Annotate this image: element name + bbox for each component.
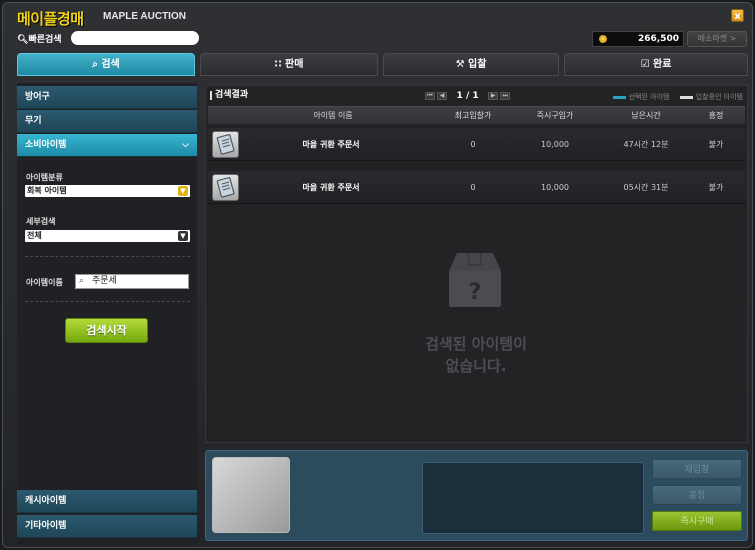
item-detail-panel: 재입찰 흥정 즉시구매 xyxy=(205,450,748,541)
coin-icon xyxy=(599,35,607,43)
tab-bid[interactable]: ⚒ 입찰 xyxy=(383,53,559,76)
col-buyout: 즉시구입가 xyxy=(536,111,574,120)
results-title: 검색결과 xyxy=(210,91,248,100)
row-top-bid: 0 xyxy=(470,183,476,192)
item-class-select[interactable]: 회복 아이템 ▼ xyxy=(25,185,190,197)
quick-search-label: 🔍︎빠른검색 xyxy=(17,35,62,45)
chevron-down-icon: ▼ xyxy=(178,186,188,196)
check-icon: ☑ xyxy=(640,59,650,70)
row-buyout: 10,000 xyxy=(541,140,569,149)
table-row[interactable]: 마을 귀환 주문서 0 10,000 05시간 31분 불가 xyxy=(208,171,745,204)
legend-swatch-bidding xyxy=(679,95,693,99)
row-time-left: 47시간 12분 xyxy=(623,140,669,149)
scroll-item-icon xyxy=(212,131,239,158)
table-row[interactable]: 마을 귀환 주문서 0 10,000 47시간 12분 불가 xyxy=(208,128,745,161)
results-panel: 검색결과 ⏮ ◀ 1 / 1 ▶ ⏭ 선택된 아이템 입찰중인 아이템 아이템 이름… xyxy=(205,85,748,443)
item-name-input[interactable]: ⌕ 주문세 xyxy=(75,274,189,289)
col-time-left: 남은시간 xyxy=(631,111,661,120)
page-indicator: 1 / 1 xyxy=(456,91,479,101)
prev-page-button[interactable]: ◀ xyxy=(437,91,447,100)
category-cash[interactable]: 캐시아이템 xyxy=(17,490,197,513)
meso-amount: 266,500 xyxy=(638,34,679,44)
next-page-button[interactable]: ▶ xyxy=(488,91,499,100)
search-icon: 🔍︎ xyxy=(17,35,29,45)
row-negotiate: 불가 xyxy=(708,183,724,192)
col-item-name: 아이템 이름 xyxy=(313,111,353,120)
col-negotiate: 흥정 xyxy=(708,111,724,120)
app-title: 메이플경매 xyxy=(17,10,84,28)
tab-complete[interactable]: ☑ 완료 xyxy=(564,53,748,76)
first-page-button[interactable]: ⏮ xyxy=(425,91,435,100)
app-subtitle: MAPLE AUCTION xyxy=(103,11,186,22)
chevron-down-icon: ▼ xyxy=(178,231,188,241)
category-consumable[interactable]: 소비아이템 ⌵ xyxy=(17,134,197,157)
last-page-button[interactable]: ⏭ xyxy=(500,91,511,100)
empty-message: 검색된 아이템이 없습니다. xyxy=(425,335,527,375)
search-start-button[interactable]: 검색시작 xyxy=(65,318,148,343)
row-top-bid: 0 xyxy=(470,140,476,149)
sell-icon: ∷ xyxy=(274,59,282,70)
item-name-label: 아이템이름 xyxy=(26,278,63,287)
divider xyxy=(25,256,190,257)
item-description xyxy=(422,462,644,534)
quick-search-input[interactable] xyxy=(71,31,199,45)
item-preview xyxy=(212,457,290,533)
close-button[interactable]: x xyxy=(731,9,744,22)
chevron-down-icon: ⌵ xyxy=(182,140,189,150)
legend-swatch-selected xyxy=(612,95,626,99)
empty-box-icon: ? xyxy=(445,251,505,309)
row-buyout: 10,000 xyxy=(541,183,569,192)
auction-window: 메이플경매 MAPLE AUCTION x 🔍︎빠른검색 266,500 메소마… xyxy=(2,2,753,548)
svg-text:?: ? xyxy=(469,280,482,305)
legend: 선택된 아이템 입찰중인 아이템 xyxy=(605,92,743,102)
rebid-button[interactable]: 재입찰 xyxy=(652,459,742,479)
row-item-name: 마을 귀환 주문서 xyxy=(302,183,360,192)
category-armor[interactable]: 방어구 xyxy=(17,86,197,109)
row-negotiate: 불가 xyxy=(708,140,724,149)
row-time-left: 05시간 31분 xyxy=(623,183,669,192)
pagination: ⏮ ◀ 1 / 1 ▶ ⏭ xyxy=(424,91,511,101)
detail-search-select[interactable]: 전체 ▼ xyxy=(25,230,190,242)
main-tabs: ⌕ 검색 ∷ 판매 ⚒ 입찰 ☑ 완료 xyxy=(17,53,748,76)
gavel-icon: ⚒ xyxy=(455,59,465,70)
divider xyxy=(25,301,190,302)
category-etc[interactable]: 기타아이템 xyxy=(17,515,197,538)
item-class-label: 아이템분류 xyxy=(26,173,63,182)
tab-search[interactable]: ⌕ 검색 xyxy=(17,53,195,76)
table-header: 아이템 이름 최고입찰가 즉시구입가 남은시간 흥정 xyxy=(208,106,745,124)
search-icon: ⌕ xyxy=(92,59,98,70)
sidebar: 방어구 무기 소비아이템 ⌵ 아이템분류 회복 아이템 ▼ 세부검색 전체 ▼ … xyxy=(17,83,197,545)
col-top-bid: 최고입찰가 xyxy=(454,111,492,120)
search-icon: ⌕ xyxy=(79,276,85,286)
negotiate-button[interactable]: 흥정 xyxy=(652,485,742,505)
meso-balance: 266,500 xyxy=(592,31,684,47)
tab-sell[interactable]: ∷ 판매 xyxy=(200,53,378,76)
meso-market-button[interactable]: 메소마켓 > xyxy=(687,31,747,47)
category-weapon[interactable]: 무기 xyxy=(17,110,197,133)
buy-now-button[interactable]: 즉시구매 xyxy=(652,511,742,531)
row-item-name: 마을 귀환 주문서 xyxy=(302,140,360,149)
detail-search-label: 세부검색 xyxy=(26,217,56,226)
scroll-item-icon xyxy=(212,174,239,201)
